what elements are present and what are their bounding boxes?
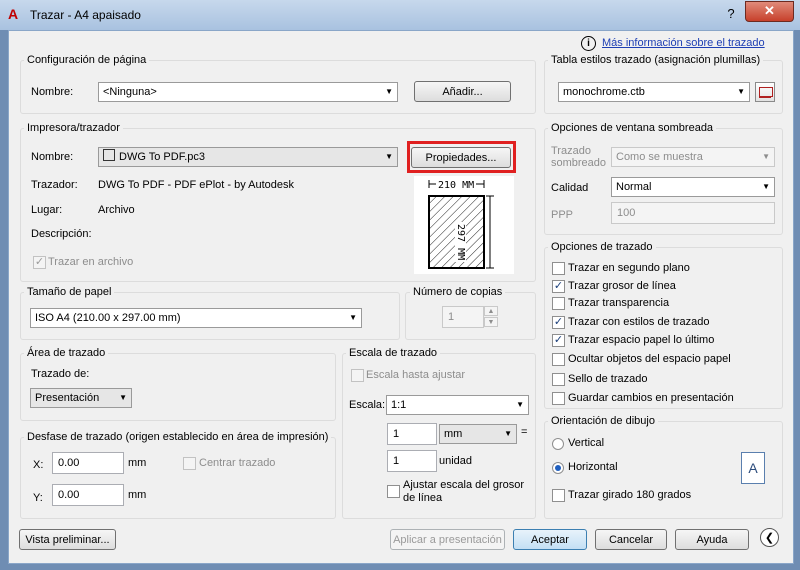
copies-input: 1 xyxy=(442,306,484,328)
plot-to-file-checkbox: ✓ xyxy=(33,256,46,269)
help-icon[interactable]: ? xyxy=(720,5,742,23)
scale-value2-input[interactable]: 1 xyxy=(387,450,437,472)
plot-option-checkbox[interactable] xyxy=(552,353,565,366)
plot-option-checkbox[interactable] xyxy=(552,392,565,405)
offset-x-label: X: xyxy=(33,459,44,471)
dpi-input: 100 xyxy=(611,202,775,224)
plot-options-title: Opciones de trazado xyxy=(548,241,656,253)
orientation-title: Orientación de dibujo xyxy=(548,415,658,427)
quality-select[interactable]: Normal ▼ xyxy=(611,177,775,197)
copies-title: Número de copias xyxy=(410,286,506,298)
offset-y-label: Y: xyxy=(33,492,43,504)
plot-option-label: Ocultar objetos del espacio papel xyxy=(568,353,731,365)
style-table-title: Tabla estilos trazado (asignación plumil… xyxy=(548,54,764,66)
plot-option-checkbox[interactable]: ✓ xyxy=(552,316,565,329)
fit-to-paper-checkbox xyxy=(351,369,364,382)
shade-plot-label-2: sombreado xyxy=(551,157,607,169)
add-page-setup-button[interactable]: Añadir... xyxy=(414,81,511,102)
plot-option-checkbox[interactable] xyxy=(552,297,565,310)
portrait-label: Vertical xyxy=(568,437,605,449)
plot-option-label: Guardar cambios en presentación xyxy=(568,392,734,404)
page-setup-title: Configuración de página xyxy=(24,54,150,66)
scale-lineweights-label-1: Ajustar escala del grosor xyxy=(403,479,525,491)
scale-select[interactable]: 1:1 ▼ xyxy=(386,395,529,415)
shade-plot-label-1: Trazado xyxy=(551,145,591,157)
page-setup-name-label: Nombre: xyxy=(31,86,74,98)
plot-option-checkbox[interactable]: ✓ xyxy=(552,334,565,347)
paper-size-title: Tamaño de papel xyxy=(24,286,115,298)
ok-button[interactable]: Aceptar xyxy=(513,529,587,550)
printer-icon xyxy=(103,149,115,161)
plot-option-checkbox[interactable] xyxy=(552,373,565,386)
page-setup-select[interactable]: <Ninguna> ▼ xyxy=(98,82,398,102)
edit-style-table-icon[interactable] xyxy=(755,82,775,102)
center-plot-label: Centrar trazado xyxy=(199,457,276,469)
plotter-label: Trazador: xyxy=(31,179,78,191)
plot-area-title: Área de trazado xyxy=(24,347,109,359)
window-title: Trazar - A4 apaisado xyxy=(30,8,141,22)
printer-title: Impresora/trazador xyxy=(24,122,123,134)
info-icon: i xyxy=(581,36,596,51)
plot-option-label: Trazar espacio papel lo último xyxy=(568,334,715,346)
copies-spin-up: ▲ xyxy=(484,306,498,316)
portrait-radio[interactable] xyxy=(552,438,564,450)
close-button[interactable]: ✕ xyxy=(745,1,794,22)
offset-x-unit: mm xyxy=(128,457,147,469)
offset-x-input[interactable]: 0.00 xyxy=(52,452,124,474)
dpi-label: PPP xyxy=(551,209,574,221)
plot-option-label: Trazar transparencia xyxy=(568,297,670,309)
cancel-button[interactable]: Cancelar xyxy=(595,529,667,550)
printer-select[interactable]: DWG To PDF.pc3 ▼ xyxy=(98,147,398,167)
plot-to-file-label: Trazar en archivo xyxy=(48,256,134,268)
scale-unit-select[interactable]: mm ▼ xyxy=(439,424,517,444)
description-label: Descripción: xyxy=(31,228,92,240)
center-plot-checkbox xyxy=(183,457,196,470)
upside-down-label: Trazar girado 180 grados xyxy=(568,489,692,501)
plot-scale-title: Escala de trazado xyxy=(346,347,441,359)
orientation-page-icon: A xyxy=(741,452,765,484)
landscape-label: Horizontal xyxy=(568,461,618,473)
what-to-plot-select[interactable]: Presentación ▼ xyxy=(30,388,132,408)
help-button[interactable]: Ayuda xyxy=(675,529,749,550)
paper-width-label: 210 MM xyxy=(436,180,477,191)
paper-size-select[interactable]: ISO A4 (210.00 x 297.00 mm) ▼ xyxy=(30,308,362,328)
paper-height-label: 297 MM xyxy=(455,222,466,263)
shade-plot-select: Como se muestra ▼ xyxy=(611,147,775,167)
shaded-title: Opciones de ventana sombreada xyxy=(548,122,717,134)
where-label: Lugar: xyxy=(31,204,63,216)
scale-lineweights-label-2: de línea xyxy=(403,492,443,504)
copies-spin-down: ▼ xyxy=(484,317,498,327)
scale-label: Escala: xyxy=(349,399,386,411)
plot-offset-group xyxy=(20,437,336,519)
printer-name-label: Nombre: xyxy=(31,151,74,163)
properties-button[interactable]: Propiedades... xyxy=(411,147,511,168)
style-table-select[interactable]: monochrome.ctb ▼ xyxy=(558,82,750,102)
preview-button[interactable]: Vista preliminar... xyxy=(19,529,116,550)
plot-option-label: Trazar grosor de línea xyxy=(568,280,676,292)
scale-unit2-label: unidad xyxy=(439,455,473,467)
collapse-options-icon[interactable]: ❮ xyxy=(760,528,779,547)
plot-offset-title: Desfase de trazado (origen establecido e… xyxy=(24,431,332,443)
offset-y-input[interactable]: 0.00 xyxy=(52,484,124,506)
quality-label: Calidad xyxy=(551,182,589,194)
more-info-link[interactable]: Más información sobre el trazado xyxy=(602,37,765,49)
plot-option-label: Sello de trazado xyxy=(568,373,648,385)
plot-option-label: Trazar en segundo plano xyxy=(568,262,690,274)
scale-value1-input[interactable]: 1 xyxy=(387,423,437,445)
apply-to-layout-button: Aplicar a presentación xyxy=(390,529,505,550)
plot-option-label: Trazar con estilos de trazado xyxy=(568,316,710,328)
fit-to-paper-label: Escala hasta ajustar xyxy=(366,369,466,381)
autocad-logo-icon: A xyxy=(8,6,19,22)
plot-option-checkbox[interactable]: ✓ xyxy=(552,280,565,293)
plotter-value: DWG To PDF - PDF ePlot - by Autodesk xyxy=(98,179,295,191)
scale-lineweights-checkbox[interactable] xyxy=(387,485,400,498)
upside-down-checkbox[interactable] xyxy=(552,489,565,502)
plot-area-group xyxy=(20,353,336,421)
where-value: Archivo xyxy=(98,204,135,216)
what-to-plot-label: Trazado de: xyxy=(31,368,90,380)
plot-option-checkbox[interactable] xyxy=(552,262,565,275)
landscape-radio[interactable] xyxy=(552,462,564,474)
scale-equals: = xyxy=(521,426,528,438)
offset-y-unit: mm xyxy=(128,489,147,501)
